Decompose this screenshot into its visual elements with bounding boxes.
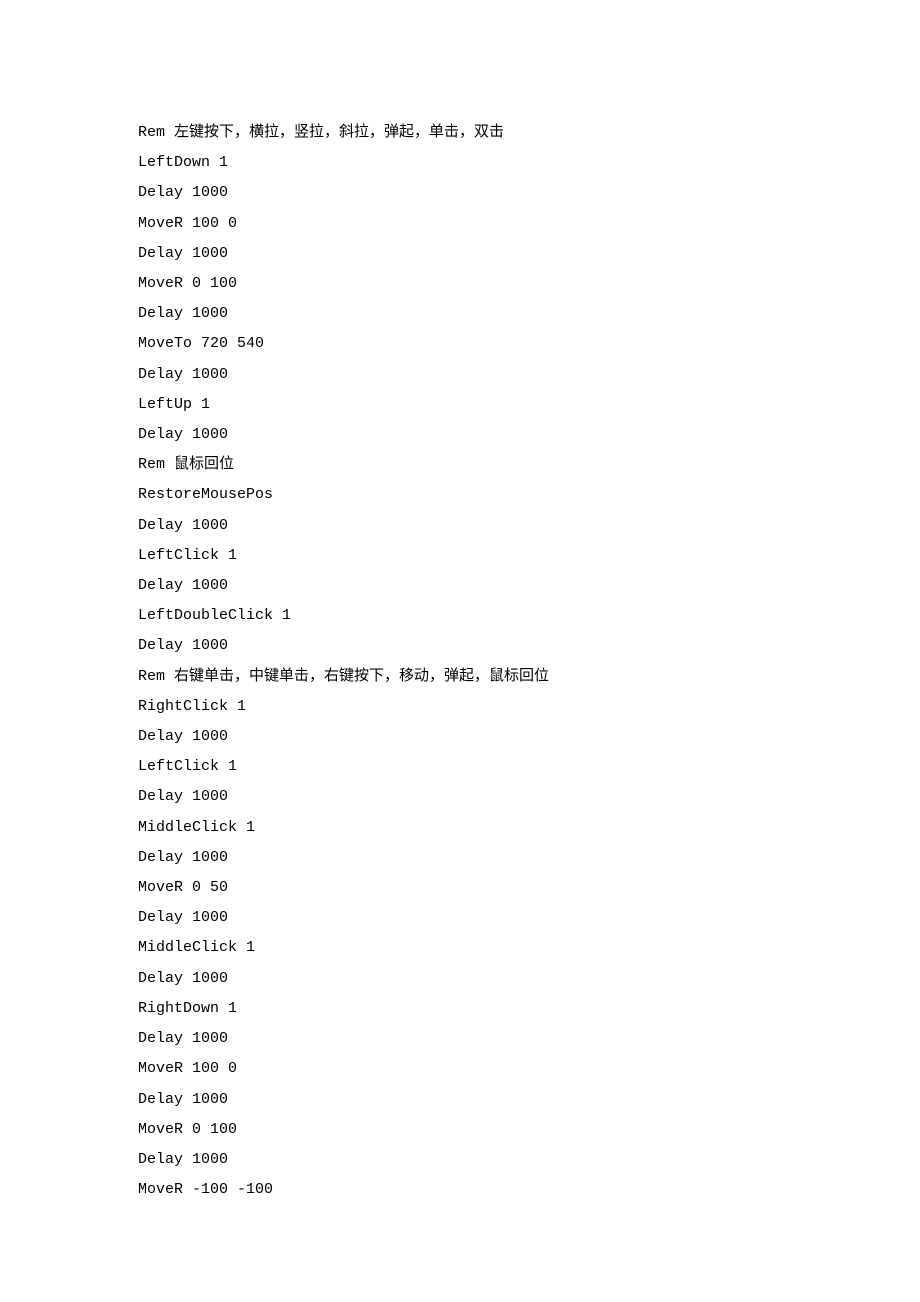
code-line: Rem 左键按下，横拉，竖拉，斜拉，弹起，单击，双击 xyxy=(138,118,920,148)
code-line: Delay 1000 xyxy=(138,1024,920,1054)
code-line: LeftDoubleClick 1 xyxy=(138,601,920,631)
code-line: LeftDown 1 xyxy=(138,148,920,178)
code-line: MiddleClick 1 xyxy=(138,933,920,963)
code-line: Delay 1000 xyxy=(138,964,920,994)
code-line: MoveR 0 100 xyxy=(138,269,920,299)
code-line: MoveR 0 50 xyxy=(138,873,920,903)
code-line: RightDown 1 xyxy=(138,994,920,1024)
code-line: MoveR -100 -100 xyxy=(138,1175,920,1205)
code-line: MoveR 0 100 xyxy=(138,1115,920,1145)
code-line: Delay 1000 xyxy=(138,1085,920,1115)
code-line: Delay 1000 xyxy=(138,420,920,450)
code-line: Delay 1000 xyxy=(138,843,920,873)
code-line: MoveR 100 0 xyxy=(138,1054,920,1084)
code-line: RightClick 1 xyxy=(138,692,920,722)
code-line: Delay 1000 xyxy=(138,631,920,661)
document-page: Rem 左键按下，横拉，竖拉，斜拉，弹起，单击，双击 LeftDown 1 De… xyxy=(0,0,920,1205)
code-line: RestoreMousePos xyxy=(138,480,920,510)
code-line: LeftClick 1 xyxy=(138,752,920,782)
code-line: LeftClick 1 xyxy=(138,541,920,571)
code-line: Delay 1000 xyxy=(138,1145,920,1175)
code-line: Delay 1000 xyxy=(138,722,920,752)
code-line: LeftUp 1 xyxy=(138,390,920,420)
code-line: Delay 1000 xyxy=(138,178,920,208)
code-line: MiddleClick 1 xyxy=(138,813,920,843)
code-line: Delay 1000 xyxy=(138,571,920,601)
code-line: Rem 右键单击，中键单击，右键按下，移动，弹起，鼠标回位 xyxy=(138,662,920,692)
code-line: Delay 1000 xyxy=(138,239,920,269)
code-line: Delay 1000 xyxy=(138,360,920,390)
code-line: Delay 1000 xyxy=(138,903,920,933)
code-line: Rem 鼠标回位 xyxy=(138,450,920,480)
code-line: MoveR 100 0 xyxy=(138,209,920,239)
code-line: Delay 1000 xyxy=(138,299,920,329)
code-line: Delay 1000 xyxy=(138,782,920,812)
code-line: MoveTo 720 540 xyxy=(138,329,920,359)
code-line: Delay 1000 xyxy=(138,511,920,541)
